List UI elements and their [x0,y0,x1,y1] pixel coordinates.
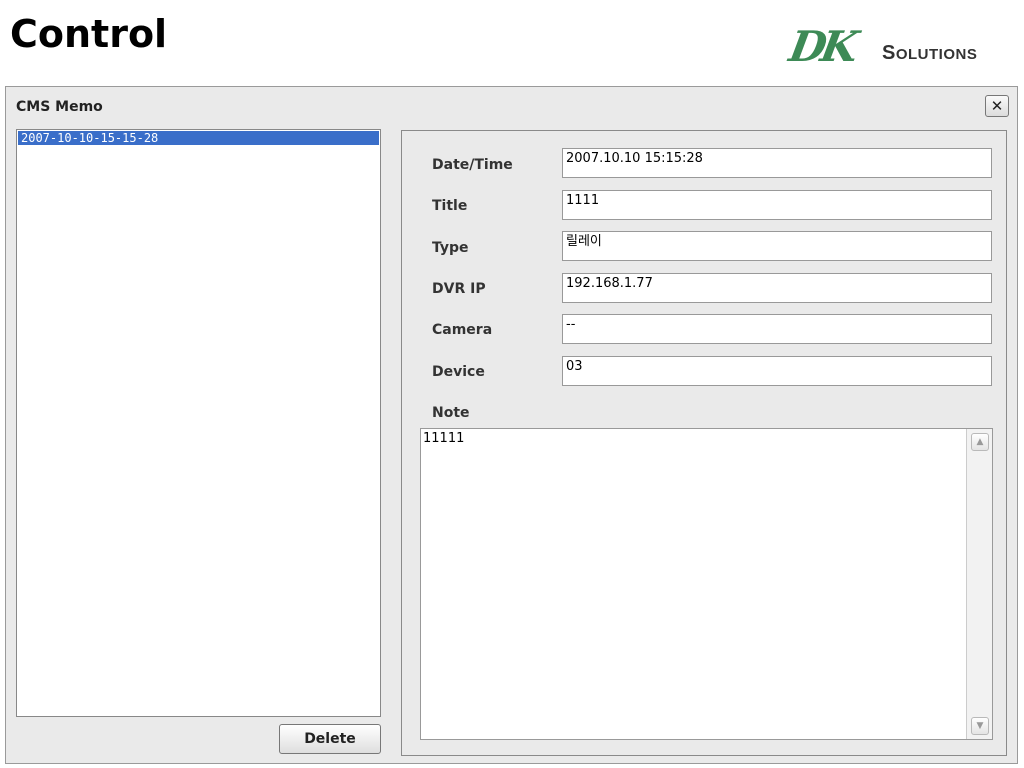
note-textarea[interactable]: 11111 ▲ ▼ [420,428,993,740]
device-field[interactable]: 03 [562,356,992,386]
dk-solutions-logo: DK SOLUTIONS [786,22,1000,72]
memo-list[interactable]: 2007-10-10-15-15-28 [16,129,381,717]
dvr-ip-label: DVR IP [432,281,486,297]
logo-text: SOLUTIONS [882,42,978,64]
memo-detail-panel: Date/Time 2007.10.10 15:15:28 Title 1111… [401,130,1007,756]
scroll-up-arrow-icon[interactable]: ▲ [971,433,989,451]
camera-field[interactable]: -- [562,314,992,344]
dvr-ip-field[interactable]: 192.168.1.77 [562,273,992,303]
device-label: Device [432,364,485,380]
date-time-label: Date/Time [432,157,513,173]
scroll-down-arrow-icon[interactable]: ▼ [971,717,989,735]
title-field[interactable]: 1111 [562,190,992,220]
date-time-field[interactable]: 2007.10.10 15:15:28 [562,148,992,178]
camera-label: Camera [432,322,493,338]
type-label: Type [432,240,469,256]
cms-memo-window: CMS Memo ✕ 2007-10-10-15-15-28 Delete Da… [5,86,1018,764]
type-field[interactable]: 릴레이 [562,231,992,261]
delete-button[interactable]: Delete [279,724,381,754]
logo-mark: DK [785,22,858,71]
title-label: Title [432,198,468,214]
slide-title: Control [10,12,168,56]
window-title: CMS Memo [16,99,103,115]
close-button[interactable]: ✕ [985,95,1009,117]
note-label: Note [432,405,470,421]
close-icon: ✕ [990,97,1004,115]
note-scrollbar[interactable]: ▲ ▼ [966,429,992,739]
note-text: 11111 [423,431,465,446]
memo-list-item-selected[interactable]: 2007-10-10-15-15-28 [18,131,379,145]
